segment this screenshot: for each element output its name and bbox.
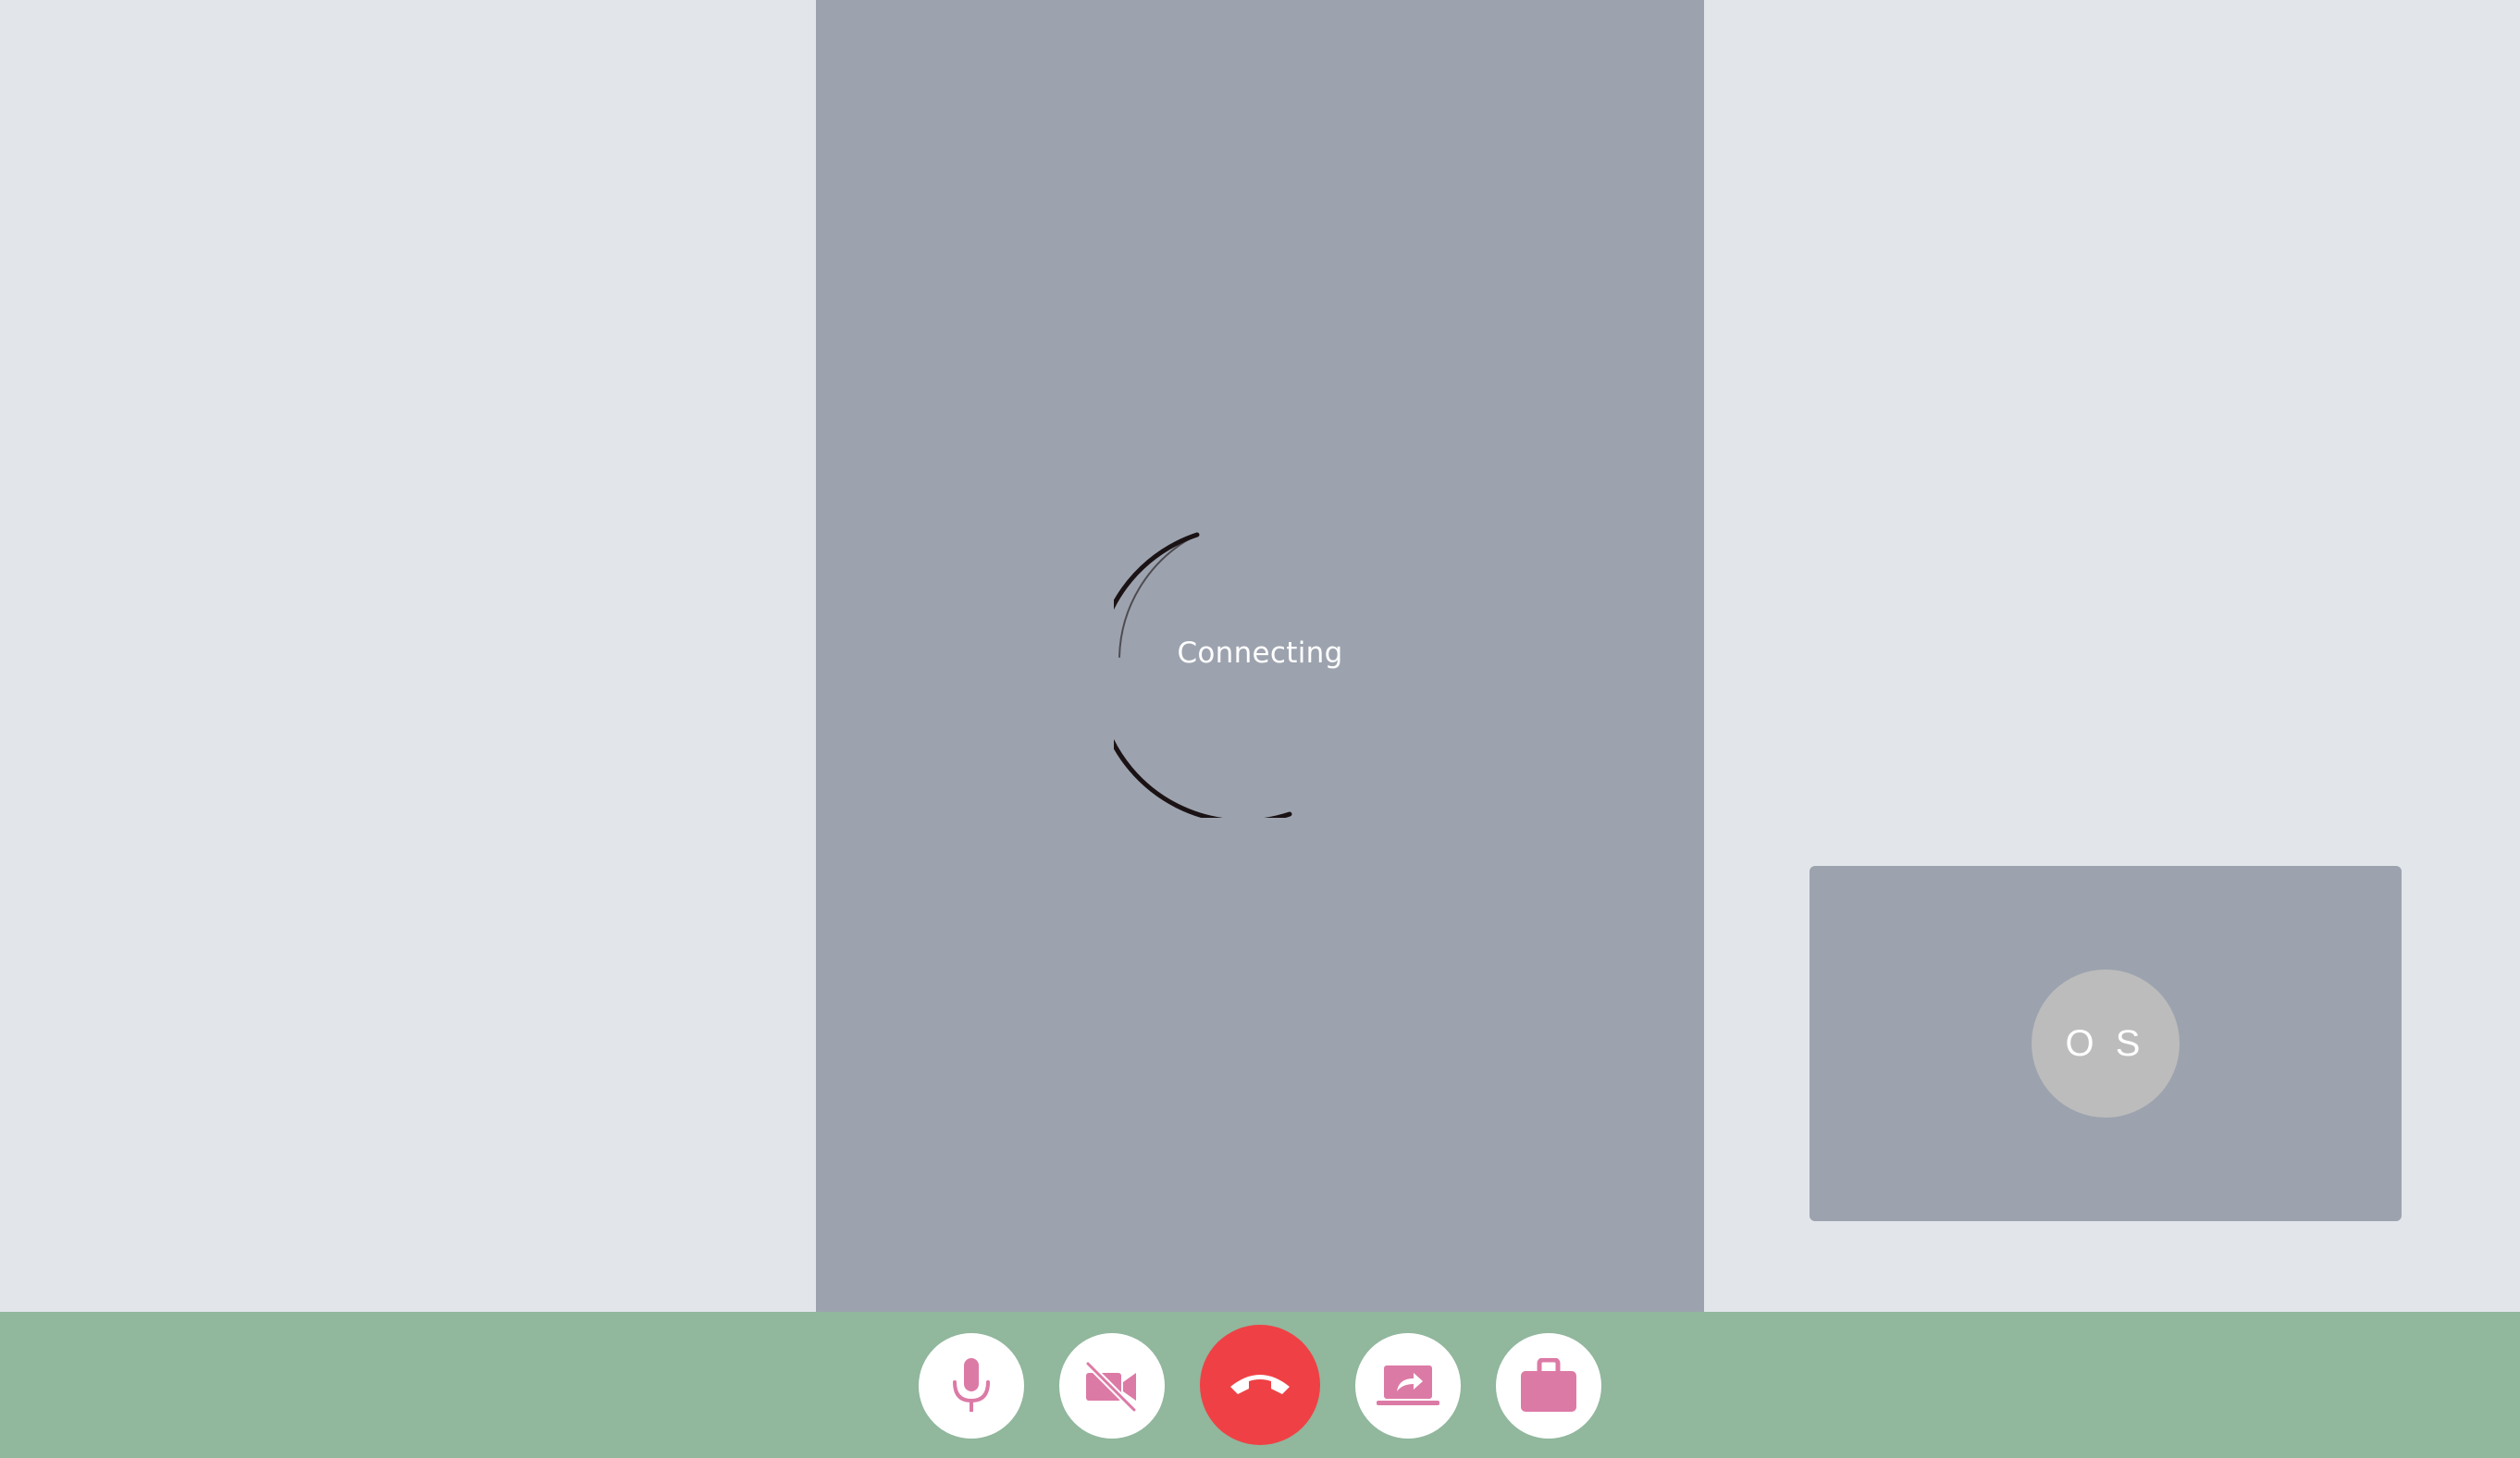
phone-hangup-icon xyxy=(1230,1375,1290,1394)
briefcase-icon xyxy=(1521,1358,1576,1412)
connecting-status-text: Connecting xyxy=(1177,636,1343,670)
briefcase-button[interactable] xyxy=(1496,1333,1601,1439)
screen-share-button[interactable] xyxy=(1355,1333,1461,1439)
microphone-button[interactable] xyxy=(919,1333,1024,1439)
call-stage: Connecting O S xyxy=(0,0,2520,1312)
call-control-bar xyxy=(0,1312,2520,1458)
microphone-icon xyxy=(953,1358,990,1412)
video-off-icon xyxy=(1084,1360,1138,1412)
self-view-tile: O S xyxy=(1810,866,2402,1221)
hang-up-button[interactable] xyxy=(1200,1325,1320,1445)
camera-toggle-button[interactable] xyxy=(1059,1333,1165,1439)
screen-share-icon xyxy=(1377,1365,1439,1405)
avatar: O S xyxy=(2032,970,2180,1118)
